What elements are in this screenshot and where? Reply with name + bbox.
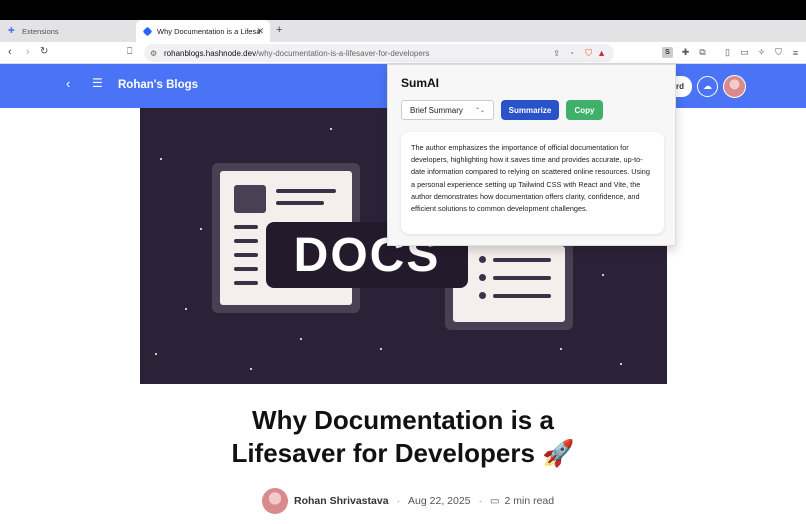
forward-icon[interactable]: › [26, 46, 30, 58]
bookmark-icon[interactable]: ⎕ [127, 46, 132, 57]
star [560, 348, 562, 350]
summary-type-select[interactable]: Brief Summary ⌃⌄ [401, 100, 494, 120]
tab-label: Why Documentation is a Lifesa [157, 26, 261, 36]
leo-ai-icon[interactable]: ✧ [756, 47, 767, 58]
article-title-line: Why Documentation is a [252, 405, 554, 435]
address-bar[interactable]: ⚙ rohanblogs.hashnode.dev/why-documentat… [144, 44, 614, 62]
author-avatar[interactable] [262, 488, 288, 514]
publish-date: Aug 22, 2025 [408, 495, 471, 507]
summary-output: The author emphasizes the importance of … [401, 132, 664, 234]
wallet-icon[interactable]: ▭ [739, 47, 750, 58]
tab-article[interactable]: Why Documentation is a Lifesa ✕ [136, 20, 270, 42]
extensions-icon[interactable]: ✚ [680, 47, 691, 58]
star [200, 228, 202, 230]
browser-toolbar: ‹ › ↻ ⎕ ⚙ rohanblogs.hashnode.dev/why-do… [0, 42, 806, 64]
star [250, 368, 252, 370]
star [620, 363, 622, 365]
star [300, 338, 302, 340]
tab-extensions[interactable]: ✚ Extensions [0, 20, 136, 42]
sidebar-icon[interactable]: ▯ [722, 47, 733, 58]
separator: · [478, 495, 483, 507]
back-icon[interactable]: ‹ [8, 46, 12, 58]
summarize-button[interactable]: Summarize [501, 100, 559, 120]
vpn-icon[interactable]: ⛉ [773, 47, 784, 58]
reload-icon[interactable]: ↻ [40, 46, 48, 57]
sumai-popup: SumAI Brief Summary ⌃⌄ Summarize Copy Th… [387, 64, 676, 246]
site-settings-icon[interactable]: ⚙ [150, 49, 157, 58]
star [160, 158, 162, 160]
chevron-down-icon: ⌃⌄ [474, 107, 485, 114]
star [602, 274, 604, 276]
article-title: Why Documentation is a Lifesaver for Dev… [0, 404, 806, 470]
screen-top-bar [0, 0, 806, 20]
select-value: Brief Summary [410, 105, 463, 115]
rewards-icon[interactable]: ▲ [597, 48, 606, 58]
author-name[interactable]: Rohan Shrivastava [294, 495, 389, 507]
ai-icon[interactable]: ☁ [697, 76, 718, 97]
star [330, 128, 332, 130]
hashnode-icon [142, 26, 153, 36]
star [380, 348, 382, 350]
rss-icon[interactable]: ◔ [569, 49, 574, 58]
article-title-line: Lifesaver for Developers 🚀 [231, 438, 575, 468]
site-title[interactable]: Rohan's Blogs [118, 79, 198, 91]
book-icon: ▭ [490, 495, 500, 507]
menu-icon[interactable]: ≡ [790, 47, 801, 58]
close-icon[interactable]: ✕ [256, 26, 264, 37]
screenshot-icon[interactable]: ⧉ [697, 47, 708, 58]
copy-button[interactable]: Copy [566, 100, 603, 120]
tab-label: Extensions [22, 26, 59, 36]
separator: · [396, 495, 401, 507]
puzzle-icon: ✚ [8, 26, 15, 35]
popup-title: SumAI [401, 76, 440, 90]
article-meta: Rohan Shrivastava · Aug 22, 2025 · ▭ 2 m… [262, 488, 554, 514]
read-time: 2 min read [504, 495, 555, 507]
hamburger-icon[interactable]: ☰ [92, 76, 103, 90]
star [185, 308, 187, 310]
back-arrow-icon[interactable]: ‹ [66, 76, 70, 91]
new-tab-icon[interactable]: + [276, 24, 282, 36]
share-icon[interactable]: ⇪ [553, 49, 560, 58]
url-path: /why-documentation-is-a-lifesaver-for-de… [256, 48, 430, 58]
sumai-extension-icon[interactable]: S [662, 47, 673, 58]
star [155, 353, 157, 355]
url-host: rohanblogs.hashnode.dev [164, 48, 257, 58]
user-avatar[interactable] [723, 75, 746, 98]
tab-bar: ✚ Extensions Why Documentation is a Life… [0, 20, 806, 42]
brave-shield-icon[interactable]: ⛉ [585, 48, 592, 59]
